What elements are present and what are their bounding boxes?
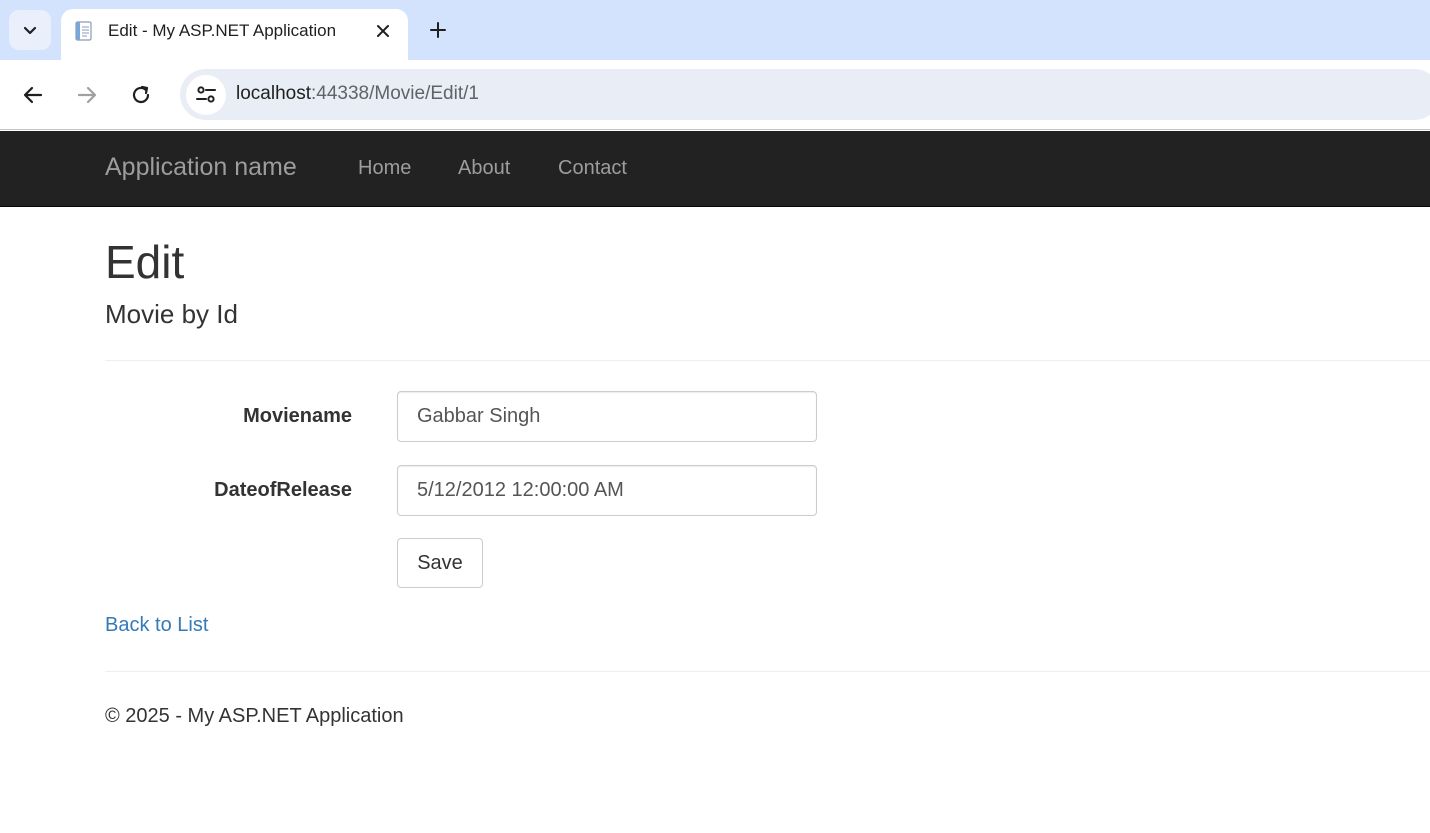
page-subtitle: Movie by Id (105, 299, 238, 329)
browser-tab-active[interactable]: Edit - My ASP.NET Application (61, 9, 408, 61)
plus-icon (430, 22, 446, 38)
tune-icon (196, 86, 216, 103)
address-bar[interactable]: localhost:44338/Movie/Edit/1 (180, 69, 1430, 120)
nav-link-contact[interactable]: Contact (558, 157, 627, 180)
site-navbar: Application name Home About Contact (0, 131, 1430, 207)
forward-button[interactable] (72, 80, 102, 110)
url-path: :44338/Movie/Edit/1 (311, 83, 479, 104)
chevron-down-icon (23, 26, 37, 35)
date-of-release-label: DateofRelease (214, 479, 352, 501)
reload-icon (132, 85, 150, 104)
moviename-label: Moviename (243, 405, 352, 427)
new-tab-button[interactable] (424, 16, 452, 44)
back-to-list-link[interactable]: Back to List (105, 614, 208, 637)
footer-divider (105, 671, 1430, 672)
brand-link[interactable]: Application name (105, 153, 297, 182)
moviename-input[interactable] (397, 391, 817, 442)
divider (105, 360, 1430, 361)
arrow-right-icon (77, 86, 97, 104)
back-button[interactable] (18, 80, 48, 110)
tab-title: Edit - My ASP.NET Application (108, 21, 337, 40)
url-text: localhost:44338/Movie/Edit/1 (236, 83, 479, 105)
nav-link-about[interactable]: About (458, 157, 510, 180)
footer-copyright: © 2025 - My ASP.NET Application (105, 705, 404, 727)
page-title: Edit (105, 236, 185, 288)
nav-link-home[interactable]: Home (358, 157, 411, 180)
document-icon (75, 21, 92, 41)
site-info-button[interactable] (186, 75, 226, 115)
reload-button[interactable] (126, 80, 156, 110)
url-host: localhost (236, 83, 311, 104)
arrow-left-icon (23, 86, 43, 104)
save-button[interactable]: Save (397, 538, 483, 588)
close-icon (377, 25, 389, 37)
tab-search-button[interactable] (9, 10, 51, 50)
browser-tab-strip: Edit - My ASP.NET Application (0, 0, 1430, 61)
close-tab-button[interactable] (372, 20, 394, 42)
date-of-release-input[interactable] (397, 465, 817, 516)
browser-toolbar: localhost:44338/Movie/Edit/1 (0, 60, 1430, 130)
